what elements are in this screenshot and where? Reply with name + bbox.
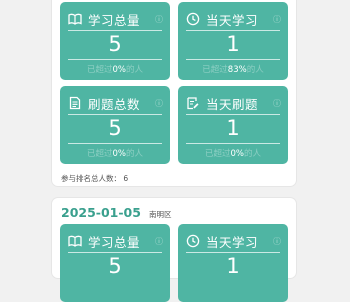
tile-total-study[interactable]: 学习总量 ⓘ 5 已超过0%的人 xyxy=(60,2,170,80)
tile-value: 1 xyxy=(226,254,240,278)
tile-label: 当天学习 xyxy=(206,234,259,250)
tile-rate: 已超过0%的人 xyxy=(60,63,170,75)
info-icon[interactable]: ⓘ xyxy=(155,236,163,247)
tile-today-questions[interactable]: 当天刷题 ⓘ 1 已超过0%的人 xyxy=(178,86,288,164)
rate-suffix: 的人 xyxy=(126,65,144,75)
info-icon[interactable]: ⓘ xyxy=(155,14,163,25)
rate-value: 0% xyxy=(230,149,245,159)
info-icon[interactable]: ⓘ xyxy=(273,14,281,25)
tile-value: 5 xyxy=(108,32,122,56)
tile-value: 5 xyxy=(108,254,122,278)
edit-icon xyxy=(186,96,200,110)
document-icon xyxy=(68,96,82,110)
tile-header: 当天学习 xyxy=(186,233,259,250)
participant-count: 参与排名总人数： 6 xyxy=(61,174,129,183)
clock-icon xyxy=(186,12,200,26)
info-icon[interactable]: ⓘ xyxy=(155,98,163,109)
tile-header: 当天刷题 xyxy=(186,95,259,112)
divider xyxy=(68,252,162,253)
divider xyxy=(186,114,280,115)
tile-rate: 已超过0%的人 xyxy=(178,147,288,159)
district-label: 南明区 xyxy=(148,210,172,219)
rate-prefix: 已超过 xyxy=(204,149,231,159)
tile-value: 5 xyxy=(108,116,122,140)
tile-rate: 已超过0%的人 xyxy=(60,147,170,159)
rate-suffix: 的人 xyxy=(246,65,264,75)
rate-prefix: 已超过 xyxy=(86,149,113,159)
tile-label: 当天刷题 xyxy=(206,96,259,112)
stats-card: 学习总量 ⓘ 5 已超过0%的人 当天学习 ⓘ 1 已超过83%的人 刷题总数 xyxy=(52,0,296,186)
divider xyxy=(68,30,162,31)
tile-value: 1 xyxy=(226,116,240,140)
date-header: 2025-01-05 南明区 xyxy=(61,205,171,220)
clock-icon xyxy=(186,234,200,248)
rate-prefix: 已超过 xyxy=(202,65,228,75)
tile-total-study[interactable]: 学习总量 ⓘ 5 xyxy=(60,224,170,302)
tile-header: 学习总量 xyxy=(68,233,141,250)
info-icon[interactable]: ⓘ xyxy=(273,98,281,109)
rate-suffix: 的人 xyxy=(126,149,144,159)
tile-label: 学习总量 xyxy=(88,12,141,28)
rate-prefix: 已超过 xyxy=(86,65,113,75)
tile-label: 当天学习 xyxy=(206,12,259,28)
tile-header: 学习总量 xyxy=(68,11,141,28)
divider xyxy=(186,59,280,60)
tile-total-questions[interactable]: 刷题总数 ⓘ 5 已超过0%的人 xyxy=(60,86,170,164)
tile-today-study[interactable]: 当天学习 ⓘ 1 xyxy=(178,224,288,302)
book-icon xyxy=(68,12,82,26)
tile-today-study[interactable]: 当天学习 ⓘ 1 已超过83%的人 xyxy=(178,2,288,80)
divider xyxy=(186,143,280,144)
tile-rate: 已超过83%的人 xyxy=(178,63,288,75)
divider xyxy=(68,114,162,115)
tile-value: 1 xyxy=(226,32,240,56)
rate-suffix: 的人 xyxy=(244,149,262,159)
tile-label: 刷题总数 xyxy=(88,96,141,112)
tile-header: 刷题总数 xyxy=(68,95,141,112)
divider xyxy=(186,30,280,31)
rate-value: 0% xyxy=(112,65,127,75)
divider xyxy=(68,59,162,60)
divider xyxy=(68,143,162,144)
info-icon[interactable]: ⓘ xyxy=(273,236,281,247)
rate-value: 83% xyxy=(227,65,247,75)
tile-header: 当天学习 xyxy=(186,11,259,28)
divider xyxy=(186,252,280,253)
tile-label: 学习总量 xyxy=(88,234,141,250)
date-label: 2025-01-05 xyxy=(61,205,141,220)
book-icon xyxy=(68,234,82,248)
rate-value: 0% xyxy=(112,149,127,159)
